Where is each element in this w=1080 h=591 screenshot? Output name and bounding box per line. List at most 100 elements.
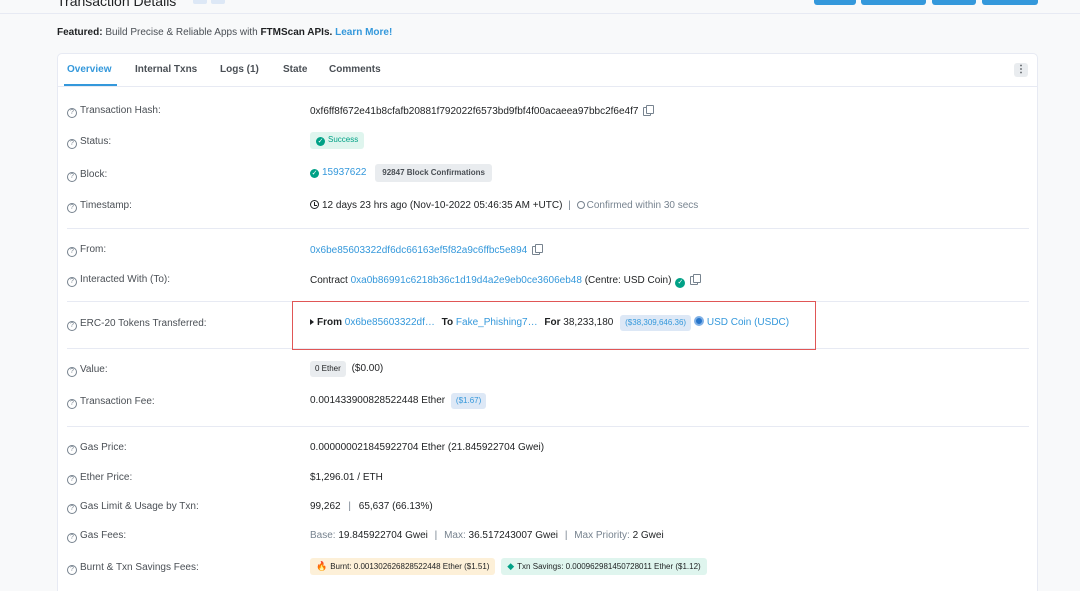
header-button[interactable] bbox=[932, 0, 976, 5]
tab-state[interactable]: State bbox=[283, 64, 307, 75]
from-label: ? From: bbox=[67, 244, 106, 257]
title-chip bbox=[193, 0, 207, 4]
more-options-button[interactable]: ⋮ bbox=[1014, 63, 1028, 77]
separator: | bbox=[348, 501, 351, 512]
featured-prefix: Featured: bbox=[57, 27, 103, 38]
gas-fees-label: ? Gas Fees: bbox=[67, 530, 126, 543]
gas-price-value: 0.000000021845922704 Ether (21.845922704… bbox=[310, 442, 545, 453]
header-button[interactable] bbox=[814, 0, 856, 5]
header-button[interactable] bbox=[982, 0, 1038, 5]
fee-value: 0.001433900828522448 Ether ($1.67) bbox=[310, 393, 487, 409]
transaction-card: Overview Internal Txns Logs (1) State Co… bbox=[57, 53, 1038, 591]
max-priority-keyword: Max Priority: bbox=[574, 530, 630, 541]
featured-brand: FTMScan APIs. bbox=[260, 27, 333, 38]
copy-icon[interactable] bbox=[643, 105, 655, 116]
divider bbox=[67, 228, 1029, 229]
check-icon: ✓ bbox=[310, 169, 319, 178]
help-icon: ? bbox=[67, 172, 77, 182]
status-value: ✓ Success bbox=[310, 132, 365, 149]
gas-price-label: ? Gas Price: bbox=[67, 442, 127, 455]
timestamp-label: ? Timestamp: bbox=[67, 200, 132, 213]
gas-fees-value: Base: 19.845922704 Gwei | Max: 36.517243… bbox=[310, 530, 664, 542]
max-keyword: Max: bbox=[444, 530, 466, 541]
help-icon: ? bbox=[67, 367, 77, 377]
tx-hash-label: ? Transaction Hash: bbox=[67, 105, 161, 118]
value-label: ? Value: bbox=[67, 364, 108, 377]
confirmed-time: Confirmed within 30 secs bbox=[586, 200, 699, 211]
copy-icon[interactable] bbox=[690, 274, 702, 285]
help-icon: ? bbox=[67, 565, 77, 575]
block-label: ? Block: bbox=[67, 169, 107, 182]
featured-banner: Featured: Build Precise & Reliable Apps … bbox=[57, 27, 392, 38]
confirmations-badge: 92847 Block Confirmations bbox=[375, 164, 492, 182]
tab-comments[interactable]: Comments bbox=[329, 64, 381, 75]
help-icon: ? bbox=[67, 399, 77, 409]
block-link[interactable]: 15937622 bbox=[322, 167, 367, 178]
to-label: ? Interacted With (To): bbox=[67, 274, 170, 287]
contract-prefix: Contract bbox=[310, 275, 348, 286]
ether-price-value: $1,296.01 / ETH bbox=[310, 472, 383, 483]
value-badge: 0 Ether bbox=[310, 361, 346, 377]
featured-text: Build Precise & Reliable Apps with bbox=[105, 27, 258, 38]
tab-logs[interactable]: Logs (1) bbox=[220, 64, 259, 75]
tab-bar: Overview Internal Txns Logs (1) State Co… bbox=[58, 54, 1037, 87]
help-icon: ? bbox=[67, 445, 77, 455]
separator: | bbox=[564, 530, 568, 541]
tab-overview[interactable]: Overview bbox=[67, 64, 111, 75]
help-icon: ? bbox=[67, 504, 77, 514]
contract-address-link[interactable]: 0xa0b86991c6218b36c1d19d4a2e9eb0ce3606eb… bbox=[351, 275, 582, 286]
gas-limit-value: 99,262 | 65,637 (66.13%) bbox=[310, 501, 433, 513]
gas-usage: 65,637 (66.13%) bbox=[358, 501, 433, 512]
learn-more-link[interactable]: Learn More! bbox=[335, 27, 392, 38]
header-button[interactable] bbox=[861, 0, 926, 5]
separator: | bbox=[568, 200, 571, 211]
tab-internal-txns[interactable]: Internal Txns bbox=[135, 64, 197, 75]
tx-hash-value: 0xf6ff8f672e41b8cfafb20881f792022f6573bd… bbox=[310, 105, 655, 118]
timestamp-value: 12 days 23 hrs ago (Nov-10-2022 05:46:35… bbox=[310, 200, 698, 212]
max-priority-fee: 2 Gwei bbox=[632, 530, 664, 541]
to-value: Contract 0xa0b86991c6218b36c1d19d4a2e9eb… bbox=[310, 274, 702, 288]
copy-icon[interactable] bbox=[532, 244, 544, 255]
fee-amount: 0.001433900828522448 Ether bbox=[310, 395, 446, 406]
tx-hash: 0xf6ff8f672e41b8cfafb20881f792022f6573bd… bbox=[310, 106, 639, 117]
base-fee: 19.845922704 Gwei bbox=[338, 530, 428, 541]
from-value: 0x6be85603322df6dc66163ef5f82a9c6ffbc5e8… bbox=[310, 244, 544, 257]
fee-label: ? Transaction Fee: bbox=[67, 396, 155, 409]
timestamp: 12 days 23 hrs ago (Nov-10-2022 05:46:35… bbox=[322, 200, 563, 211]
check-icon: ✓ bbox=[316, 137, 325, 146]
divider bbox=[67, 426, 1029, 427]
gas-limit-label: ? Gas Limit & Usage by Txn: bbox=[67, 501, 199, 514]
help-icon: ? bbox=[67, 475, 77, 485]
clock-icon bbox=[310, 200, 319, 209]
value-usd: ($0.00) bbox=[351, 363, 384, 374]
burnt-value: 🔥 Burnt: 0.001302626828522448 Ether ($1.5… bbox=[310, 558, 707, 575]
gas-limit: 99,262 bbox=[310, 501, 341, 512]
savings-icon: ◆ bbox=[507, 561, 515, 571]
timer-icon bbox=[576, 201, 585, 209]
status-label: ? Status: bbox=[67, 136, 111, 149]
savings-badge: ◆ Txn Savings: 0.000962981450728011 Ether… bbox=[501, 558, 707, 575]
page-title: Transaction Details bbox=[57, 0, 177, 9]
burnt-label: ? Burnt & Txn Savings Fees: bbox=[67, 562, 199, 575]
help-icon: ? bbox=[67, 277, 77, 287]
erc20-label: ? ERC-20 Tokens Transferred: bbox=[67, 318, 207, 331]
help-icon: ? bbox=[67, 247, 77, 257]
value-value: 0 Ether ($0.00) bbox=[310, 361, 383, 377]
help-icon: ? bbox=[67, 108, 77, 118]
base-keyword: Base: bbox=[310, 530, 336, 541]
contract-name: (Centre: USD Coin) bbox=[584, 275, 672, 286]
burnt-badge: 🔥 Burnt: 0.001302626828522448 Ether ($1.5… bbox=[310, 558, 496, 575]
top-strip: Transaction Details bbox=[0, 0, 1080, 14]
from-address-link[interactable]: 0x6be85603322df6dc66163ef5f82a9c6ffbc5e8… bbox=[310, 245, 527, 256]
status-badge: ✓ Success bbox=[310, 132, 365, 149]
separator: | bbox=[434, 530, 438, 541]
block-value: ✓ 15937622 92847 Block Confirmations bbox=[310, 164, 492, 182]
fee-usd-badge: ($1.67) bbox=[450, 393, 487, 409]
title-chip bbox=[211, 0, 225, 4]
verified-icon: ✓ bbox=[675, 278, 686, 288]
help-icon: ? bbox=[67, 321, 77, 331]
highlight-box bbox=[292, 301, 816, 350]
max-fee: 36.517243007 Gwei bbox=[468, 530, 559, 541]
fire-icon: 🔥 bbox=[316, 561, 328, 571]
help-icon: ? bbox=[67, 203, 77, 213]
